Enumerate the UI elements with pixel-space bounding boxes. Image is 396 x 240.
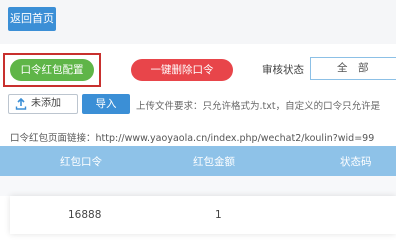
- file-upload-button[interactable]: 未添加: [8, 94, 78, 114]
- cell-code: 16888: [68, 209, 102, 221]
- upload-icon: [15, 97, 27, 110]
- table-gap: [0, 176, 396, 196]
- header-code: 红包口令: [60, 156, 102, 168]
- delete-all-codes-button[interactable]: 一键删除口令: [131, 59, 233, 81]
- import-button[interactable]: 导入: [82, 94, 130, 114]
- review-status-select[interactable]: 全 部: [310, 57, 396, 80]
- page-link-text: 口令红包页面链接：http://www.yaoyaola.cn/index.ph…: [10, 133, 375, 144]
- back-home-button[interactable]: 返回首页: [8, 7, 56, 31]
- file-status-text: 未添加: [31, 98, 61, 109]
- header-amount: 红包金额: [193, 156, 235, 168]
- cell-amount: 1: [215, 209, 222, 221]
- upload-hint: 上传文件要求：只允许格式为.txt，自定义的口令只允许是: [136, 101, 381, 112]
- red-packet-config-button[interactable]: 口令红包配置: [10, 59, 94, 81]
- header-status: 状态码: [340, 156, 372, 168]
- review-status-label: 审核状态: [262, 64, 304, 76]
- top-bar: 返回首页: [0, 0, 396, 44]
- table-row[interactable]: 16888 1: [10, 196, 396, 234]
- table-header: 红包口令 红包金额 状态码: [0, 146, 396, 176]
